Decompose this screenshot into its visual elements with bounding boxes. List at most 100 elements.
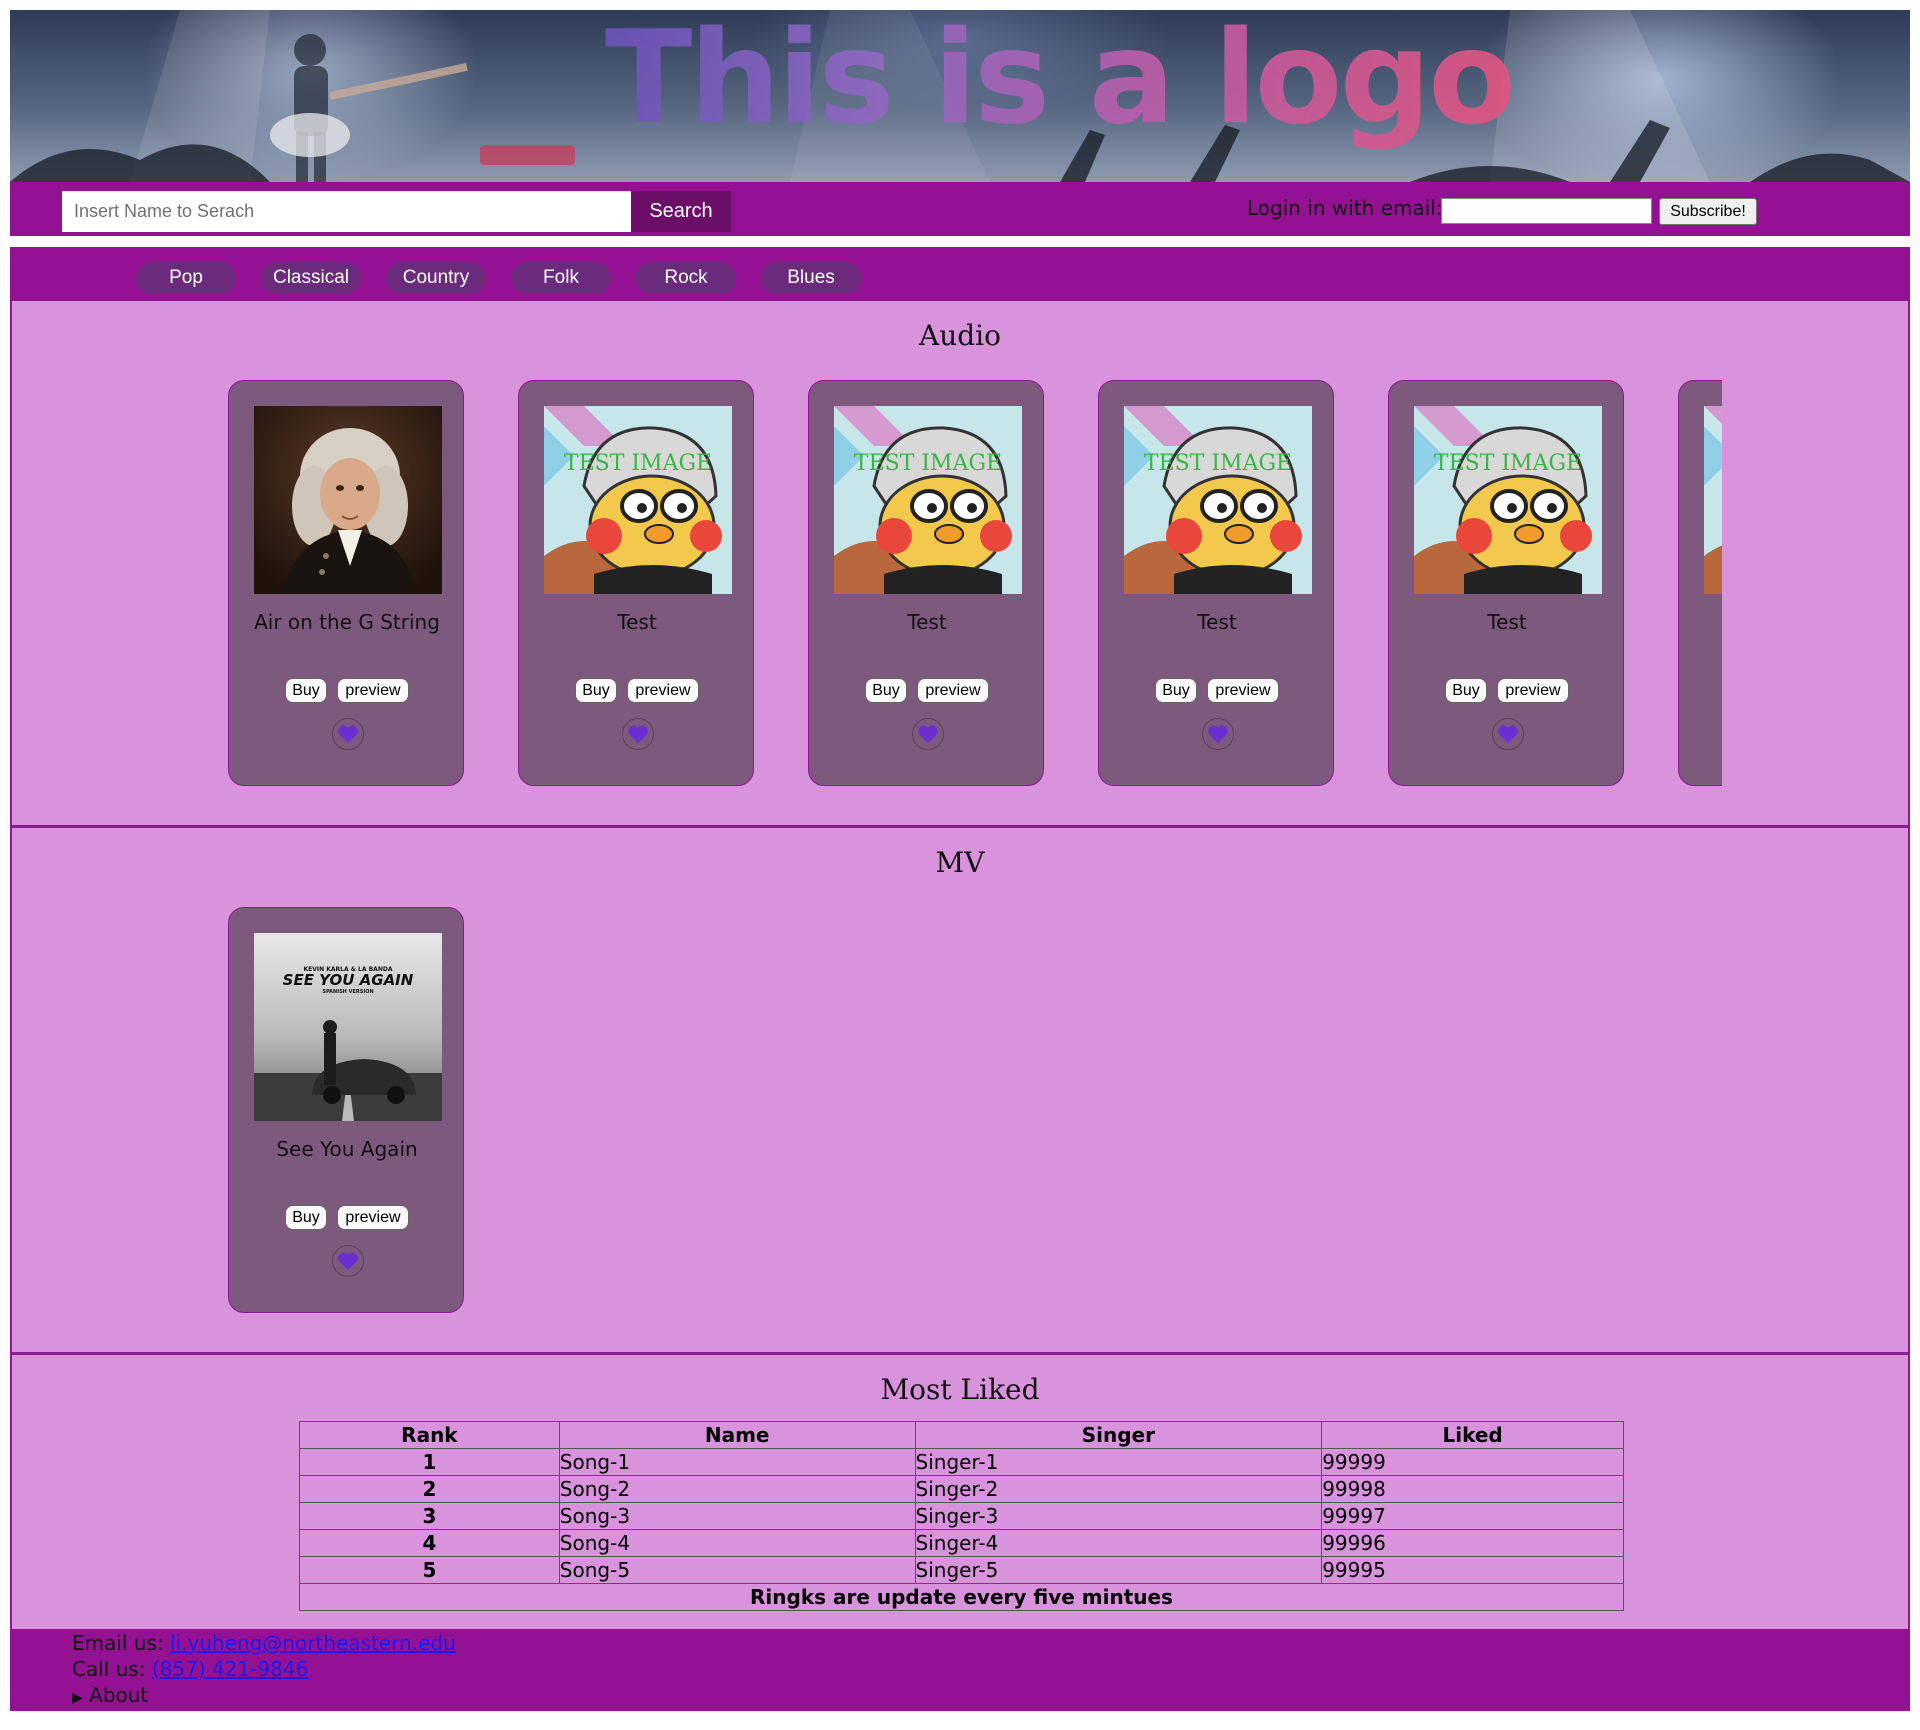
audio-title: Audio [919, 319, 1001, 352]
liked-cell: 99999 [1321, 1448, 1624, 1476]
audio-card-title: Test [907, 610, 947, 634]
search-button[interactable]: Search [631, 191, 731, 232]
liked-cell: 99998 [1321, 1475, 1624, 1503]
mv-title: MV [935, 846, 985, 879]
like-button[interactable] [332, 718, 364, 750]
album-cover-test[interactable]: TEST IMAGE [544, 406, 732, 594]
audio-card: TEST IMAGE Test Buy preview [1098, 380, 1334, 786]
mv-section: MV KEVIN KARLA & LA BANDA SEE YOU AGAIN … [10, 825, 1910, 1355]
cover-subtitle-text: SPANISH VERSION [322, 989, 373, 995]
table-footnote: Ringks are update every five mintues [299, 1583, 1624, 1611]
rank-cell: 2 [299, 1475, 560, 1503]
album-cover-test[interactable]: TEST IMAGE [834, 406, 1022, 594]
audio-card-title: Air on the G String [254, 610, 440, 634]
heart-icon [628, 725, 648, 744]
email-field[interactable] [1441, 198, 1652, 224]
audio-card: TEST IMAGE Test Buy preview [808, 380, 1044, 786]
preview-button[interactable]: preview [627, 678, 699, 703]
like-button[interactable] [912, 718, 944, 750]
like-button[interactable] [1202, 718, 1234, 750]
most-liked-title: Most Liked [880, 1373, 1040, 1406]
table-row: 1 Song-1 Singer-1 99999 [299, 1448, 1624, 1476]
email-link[interactable]: li.yuheng@northeastern.edu [170, 1631, 456, 1655]
most-liked-table: Rank Name Singer Liked 1 Song-1 Singer-1… [299, 1421, 1624, 1611]
test-image-watermark: TEST IMAGE [854, 451, 1002, 476]
login-label: Login in with email: [1247, 196, 1443, 220]
audio-card: Air on the G String Buy preview [228, 380, 464, 786]
heart-icon [1498, 725, 1518, 744]
like-button[interactable] [1492, 718, 1524, 750]
liked-cell: 99995 [1321, 1556, 1624, 1584]
rank-cell: 5 [299, 1556, 560, 1584]
audio-card-title: Test [1197, 610, 1237, 634]
rank-cell: 1 [299, 1448, 560, 1476]
genre-classical[interactable]: Classical [261, 262, 361, 294]
name-cell: Song-5 [558, 1556, 916, 1584]
genre-folk[interactable]: Folk [511, 262, 611, 294]
preview-button[interactable]: preview [337, 1205, 409, 1230]
phone-label: Call us: [72, 1657, 146, 1681]
buy-button[interactable]: Buy [285, 1205, 327, 1230]
singer-cell: Singer-2 [914, 1475, 1323, 1503]
search-input[interactable] [62, 191, 665, 232]
audio-card: TEST IMAGE Test Buy preview [518, 380, 754, 786]
top-bar: Search Login in with email: Subscribe! [10, 182, 1910, 236]
subscribe-button[interactable]: Subscribe! [1659, 198, 1757, 225]
name-cell: Song-4 [558, 1529, 916, 1557]
column-header: Rank [299, 1421, 560, 1449]
preview-button[interactable]: preview [1207, 678, 1279, 703]
album-cover-test[interactable] [1704, 406, 1722, 594]
audio-section: Audio Air on the G String Buy preview TE… [10, 301, 1910, 825]
like-button[interactable] [622, 718, 654, 750]
footer: Email us: li.yuheng@northeastern.edu Cal… [10, 1629, 1910, 1711]
name-cell: Song-2 [558, 1475, 916, 1503]
audio-card-title: Test [1487, 610, 1527, 634]
buy-button[interactable]: Buy [285, 678, 327, 703]
column-header: Name [558, 1421, 916, 1449]
footer-phone-line: Call us: (857) 421-9846 [72, 1657, 308, 1681]
genre-nav: Pop Classical Country Folk Rock Blues [10, 247, 1910, 301]
footer-email-line: Email us: li.yuheng@northeastern.edu [72, 1631, 456, 1655]
mv-cover-see-you-again[interactable]: KEVIN KARLA & LA BANDA SEE YOU AGAIN SPA… [254, 933, 442, 1121]
buy-button[interactable]: Buy [865, 678, 907, 703]
singer-cell: Singer-1 [914, 1448, 1323, 1476]
phone-link[interactable]: (857) 421-9846 [152, 1657, 308, 1681]
genre-pop[interactable]: Pop [136, 262, 236, 294]
preview-button[interactable]: preview [337, 678, 409, 703]
about-label: About [89, 1683, 149, 1707]
test-image-watermark: TEST IMAGE [1144, 451, 1292, 476]
preview-button[interactable]: preview [1497, 678, 1569, 703]
rank-cell: 4 [299, 1529, 560, 1557]
about-toggle[interactable]: ▶ About [72, 1683, 148, 1707]
audio-card-title: Test [617, 610, 657, 634]
album-cover-test[interactable]: TEST IMAGE [1124, 406, 1312, 594]
name-cell: Song-3 [558, 1502, 916, 1530]
test-image-watermark: TEST IMAGE [564, 451, 712, 476]
liked-cell: 99996 [1321, 1529, 1624, 1557]
like-button[interactable] [332, 1245, 364, 1277]
genre-blues[interactable]: Blues [761, 262, 861, 294]
table-header-row: Rank Name Singer Liked [299, 1421, 1624, 1449]
buy-button[interactable]: Buy [575, 678, 617, 703]
genre-rock[interactable]: Rock [636, 262, 736, 294]
test-image-watermark: TEST IMAGE [1434, 451, 1582, 476]
audio-card-partial[interactable] [1678, 380, 1722, 786]
album-cover-test[interactable]: TEST IMAGE [1414, 406, 1602, 594]
heart-icon [338, 1252, 358, 1271]
most-liked-section: Most Liked Rank Name Singer Liked 1 Song… [10, 1352, 1910, 1632]
mv-card: KEVIN KARLA & LA BANDA SEE YOU AGAIN SPA… [228, 907, 464, 1313]
audio-carousel[interactable]: Air on the G String Buy preview TEST IMA… [228, 380, 1722, 790]
rank-cell: 3 [299, 1502, 560, 1530]
table-row: 2 Song-2 Singer-2 99998 [299, 1475, 1624, 1503]
column-header: Singer [914, 1421, 1323, 1449]
header-banner: This is a logo [10, 10, 1910, 182]
email-label: Email us: [72, 1631, 164, 1655]
singer-cell: Singer-5 [914, 1556, 1323, 1584]
preview-button[interactable]: preview [917, 678, 989, 703]
album-cover-bach[interactable] [254, 406, 442, 594]
buy-button[interactable]: Buy [1155, 678, 1197, 703]
buy-button[interactable]: Buy [1445, 678, 1487, 703]
mv-card-title: See You Again [276, 1137, 418, 1161]
genre-country[interactable]: Country [386, 262, 486, 294]
table-footnote-row: Ringks are update every five mintues [299, 1583, 1624, 1611]
